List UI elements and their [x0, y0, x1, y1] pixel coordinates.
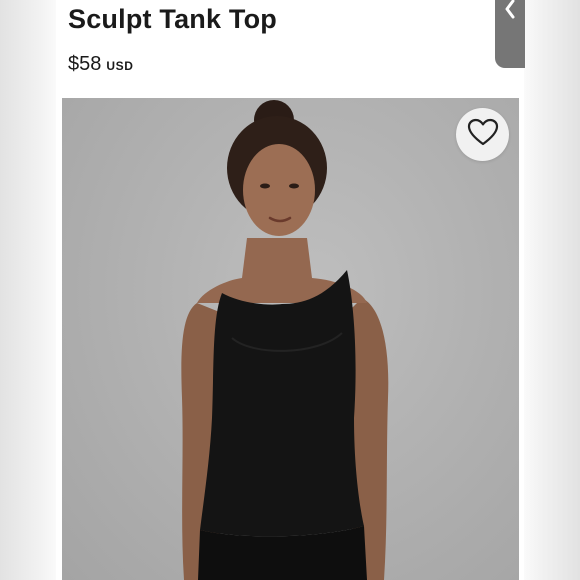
- model-illustration: [181, 100, 389, 580]
- price-row: $58 USD: [68, 53, 134, 76]
- chevron-left-icon: [503, 0, 517, 20]
- heart-outline-icon: [467, 118, 499, 151]
- product-price: $58: [68, 53, 102, 75]
- favorite-button[interactable]: [456, 108, 509, 161]
- price-currency: USD: [106, 59, 134, 73]
- back-button[interactable]: [495, 0, 525, 68]
- product-image[interactable]: [62, 98, 519, 580]
- product-title: Sculpt Tank Top: [68, 4, 277, 34]
- screen: Sculpt Tank Top $58 USD: [0, 0, 580, 580]
